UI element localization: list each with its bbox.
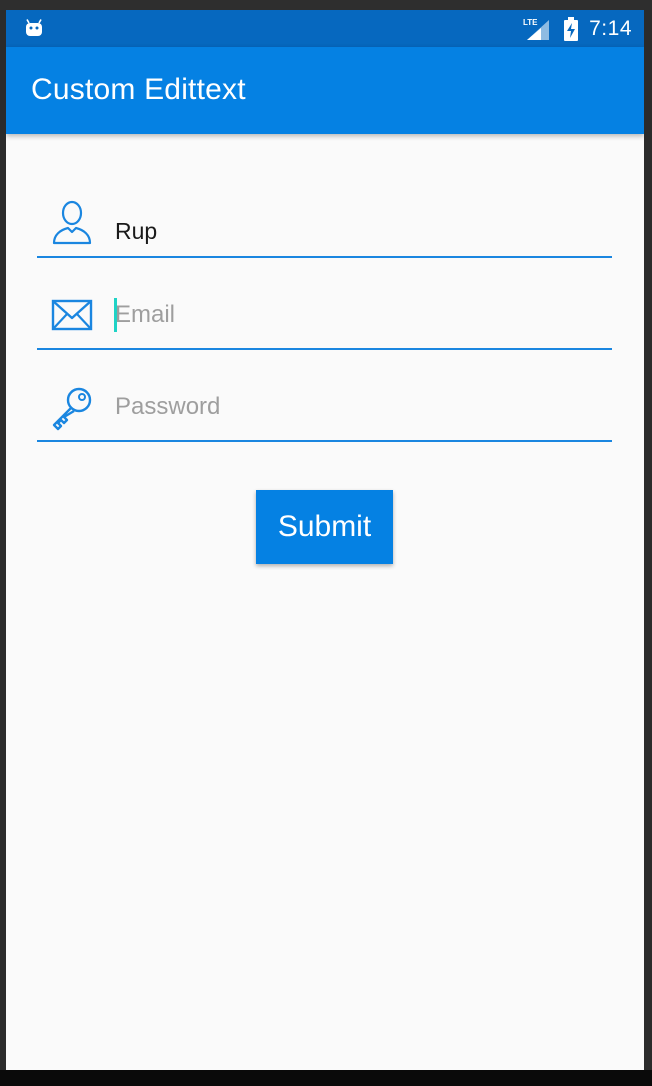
name-value[interactable]: Rup <box>115 218 157 245</box>
status-time: 7:14 <box>589 16 632 40</box>
password-input[interactable] <box>115 390 595 424</box>
signal-icon: LTE <box>523 18 550 40</box>
battery-charging-icon <box>564 16 579 41</box>
status-bar: LTE 7:14 <box>6 10 644 47</box>
email-field[interactable] <box>37 288 612 350</box>
envelope-icon <box>51 299 93 331</box>
user-icon <box>52 200 92 245</box>
name-field[interactable]: Rup <box>37 196 612 258</box>
password-field[interactable] <box>37 380 612 442</box>
submit-button[interactable]: Submit <box>256 490 393 564</box>
network-label: LTE <box>523 18 538 27</box>
phone-screen: LTE 7:14 Custom Edittext Rup Email Submi… <box>6 10 644 1070</box>
email-input[interactable] <box>115 298 595 332</box>
app-title: Custom Edittext <box>31 72 246 106</box>
app-bar: Custom Edittext <box>6 47 644 134</box>
status-icons: LTE 7:14 <box>523 10 632 47</box>
android-debug-icon <box>26 19 42 36</box>
key-icon <box>52 387 92 431</box>
window-frame-bottom <box>0 1070 652 1086</box>
window-frame-top <box>0 0 652 10</box>
